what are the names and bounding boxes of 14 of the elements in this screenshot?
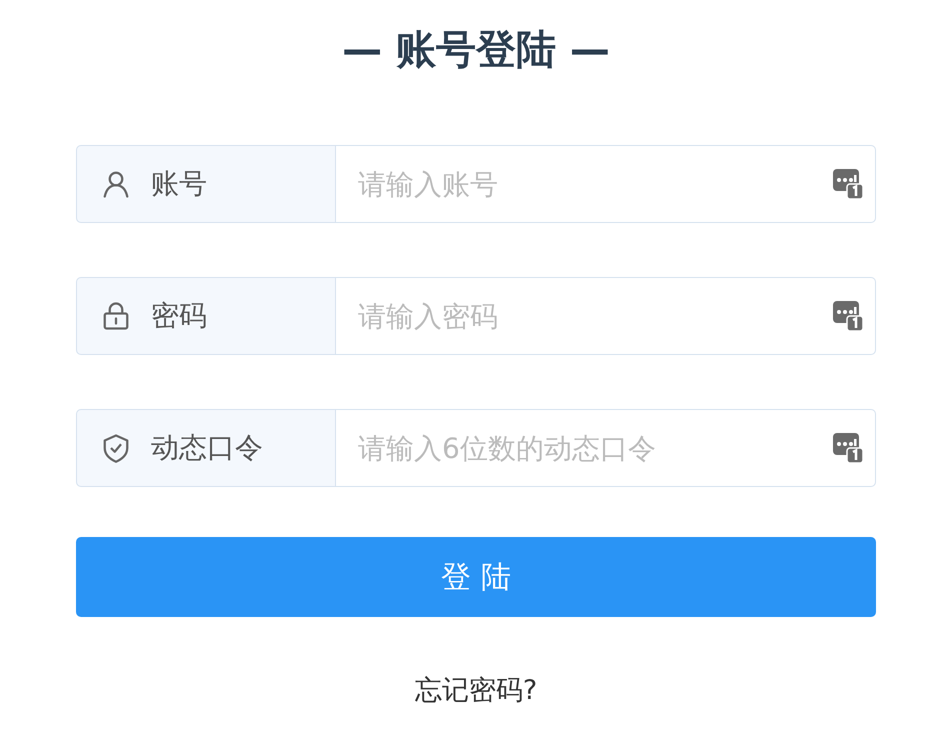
page-title: — 账号登陆 — (342, 26, 610, 75)
password-manager-icon[interactable] (832, 300, 864, 332)
shield-check-icon (101, 433, 131, 463)
password-manager-icon[interactable] (832, 168, 864, 200)
field-label: 账号 (151, 166, 207, 202)
user-icon (101, 169, 131, 199)
field-label: 密码 (151, 298, 207, 334)
input-field[interactable]: 请输入6位数的动态口令 (336, 409, 876, 487)
input-field[interactable]: 请输入账号 (336, 145, 876, 223)
field-label: 动态口令 (151, 430, 263, 466)
password-manager-icon[interactable] (832, 432, 864, 464)
input-field[interactable]: 请输入密码 (336, 277, 876, 355)
lock-icon (101, 301, 131, 331)
forgot-password-link[interactable]: 忘记密码? (414, 672, 538, 708)
